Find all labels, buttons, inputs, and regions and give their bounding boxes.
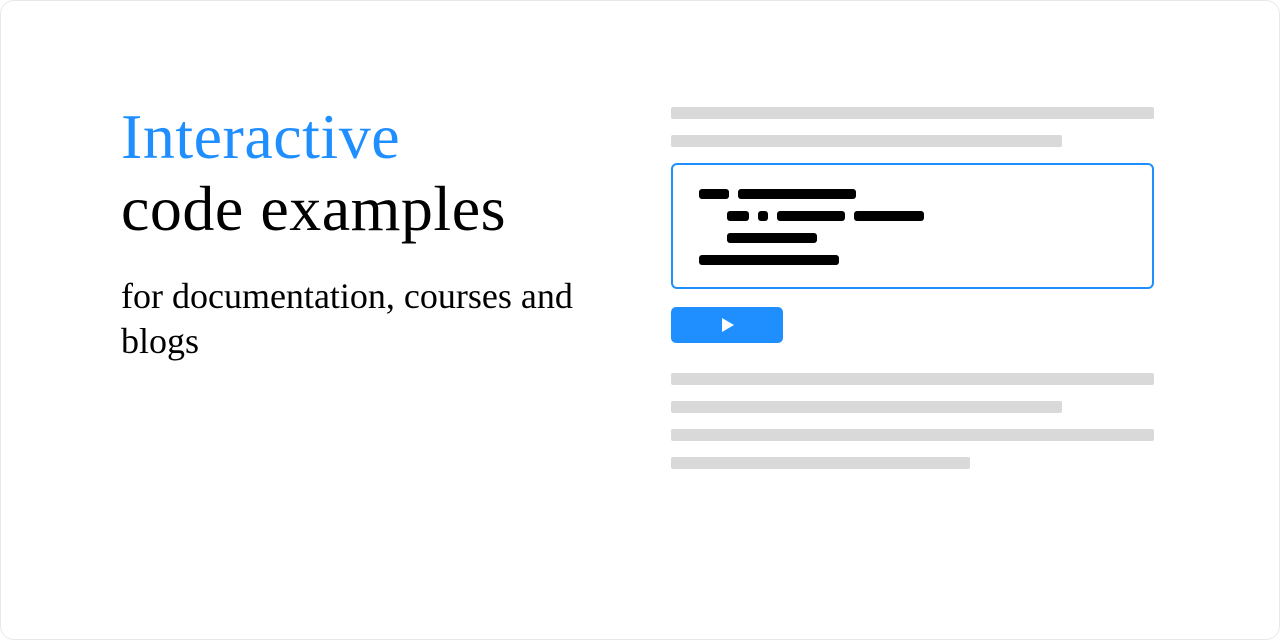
- code-line: [699, 255, 1126, 265]
- code-segment: [738, 189, 856, 199]
- code-segment: [854, 211, 924, 221]
- code-example-box[interactable]: [671, 163, 1154, 289]
- code-segment: [758, 211, 768, 221]
- code-segment: [727, 233, 817, 243]
- code-segment: [727, 211, 749, 221]
- headline-rest: code examples: [121, 173, 506, 244]
- subheadline: for documentation, courses and blogs: [121, 274, 581, 364]
- code-line: [699, 189, 1126, 199]
- hero-illustration: [601, 1, 1201, 485]
- code-segment: [699, 189, 729, 199]
- hero-text-block: Interactive code examples for documentat…: [1, 1, 601, 364]
- code-segment: [777, 211, 845, 221]
- headline-accent: Interactive: [121, 101, 400, 172]
- text-placeholder-bar: [671, 429, 1154, 441]
- play-icon: [719, 317, 735, 333]
- text-placeholder-bar: [671, 135, 1062, 147]
- run-button[interactable]: [671, 307, 783, 343]
- code-line: [699, 211, 1126, 221]
- landing-banner: Interactive code examples for documentat…: [0, 0, 1280, 640]
- code-segment: [699, 255, 839, 265]
- text-placeholder-bar: [671, 401, 1062, 413]
- text-placeholder-bar: [671, 457, 970, 469]
- text-placeholder-bar: [671, 373, 1154, 385]
- headline: Interactive code examples: [121, 101, 581, 244]
- text-placeholder-bar: [671, 107, 1154, 119]
- code-line: [699, 233, 1126, 243]
- doc-mockup: [671, 107, 1154, 469]
